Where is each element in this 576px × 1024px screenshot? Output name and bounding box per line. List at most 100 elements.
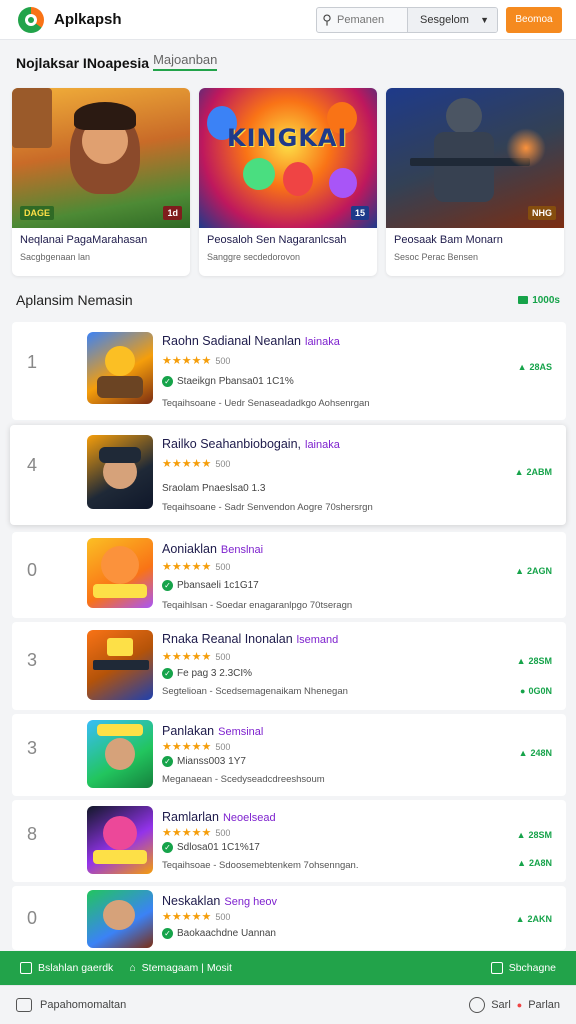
download-icon: ▲: [518, 748, 528, 758]
app-title: Panlakan Semsinal: [162, 724, 264, 738]
verified-icon: ✓: [162, 376, 173, 387]
list-item[interactable]: 4 Railko Seahanbiobogain, lainaka ★★★★★ 50…: [10, 425, 566, 525]
app-title: Raohn Sadianal Neanlan lainaka: [162, 334, 340, 348]
app-title: Rnaka Reanal Inonalan lsemand: [162, 632, 339, 646]
list-item[interactable]: 3 Panlakan Semsinal ★★★★★ 500 ✓ Mianss003 1…: [12, 714, 566, 796]
secondary-download-button[interactable]: ▲ 2A8N: [517, 858, 552, 868]
app-meta: Sraolam Pnaeslsa0 1.3: [162, 483, 266, 494]
category-select-label: Sesgelom: [420, 13, 469, 26]
rating-stars: ★★★★★ 500: [162, 355, 231, 367]
download-button[interactable]: ▲ 248N: [519, 748, 552, 758]
square-icon: [20, 962, 32, 974]
rank-number: 3: [27, 738, 38, 758]
verified-icon: ✓: [162, 580, 173, 591]
app-title: Railko Seahanbiobogain, lainaka: [162, 437, 340, 451]
alert-badge-icon: ●: [516, 1000, 523, 1010]
verified-icon: ✓: [162, 928, 173, 939]
app-title: Aoniaklan Benslnai: [162, 542, 264, 556]
app-thumbnail: [87, 890, 153, 948]
rating-stars: ★★★★★ 500: [162, 911, 231, 923]
app-meta: ✓ Fe pag 3 2.3CI%: [162, 668, 252, 679]
action-button[interactable]: Beomoa: [506, 6, 562, 33]
featured-art-title: KINGKAI: [227, 124, 348, 152]
search-input[interactable]: [337, 7, 407, 32]
featured-title: Peosaak Bam Monarn: [394, 234, 503, 246]
app-title: Aplkapsh: [54, 11, 122, 28]
app-title: Ramlarlan Neoelsead: [162, 810, 276, 824]
download-icon: ▲: [515, 914, 525, 924]
download-icon: ●: [520, 686, 526, 696]
app-logo-icon[interactable]: [18, 6, 44, 33]
app-description: Teqaihlsan - Soedar enagaranlpgo 70tsera…: [162, 600, 353, 611]
download-icon: ▲: [516, 656, 526, 666]
app-thumbnail: [87, 435, 153, 509]
rating-stars: ★★★★★ 500: [162, 561, 231, 573]
download-button[interactable]: ▲ 28AS: [518, 362, 552, 372]
download-icon: ▲: [515, 566, 524, 576]
featured-carousel: DAGE 1d Neqlanai PagaMarahasan Sacgbgena…: [12, 88, 564, 276]
grid-icon: [518, 296, 529, 304]
download-icon: ▲: [517, 858, 526, 868]
featured-image: DAGE 1d: [12, 88, 190, 228]
list-item[interactable]: 3 Rnaka Reanal Inonalan lsemand ★★★★★ 500 …: [12, 622, 566, 710]
verified-icon: ✓: [162, 842, 173, 853]
rating-stars: ★★★★★ 500: [162, 458, 231, 470]
featured-badge-right: 15: [350, 206, 369, 220]
app-thumbnail: [87, 538, 153, 608]
featured-image: NHG: [386, 88, 564, 228]
secondary-download-button[interactable]: ● 0G0N: [520, 686, 552, 696]
app-description: Meganaean - Scedyseadcdreeshsoum: [162, 774, 325, 785]
rating-stars: ★★★★★ 500: [162, 651, 231, 663]
list-item[interactable]: 8 Ramlarlan Neoelsead ★★★★★ 500 ✓ Sdlosa01 …: [12, 800, 566, 882]
featured-subtitle: Sesoc Perac Bensen: [394, 252, 479, 262]
footer-left-label[interactable]: Papahomomaltan: [40, 999, 126, 1011]
tab-sub[interactable]: Majoanban: [153, 52, 218, 71]
featured-badge-right: NHG: [528, 206, 556, 220]
featured-card[interactable]: DAGE 1d Neqlanai PagaMarahasan Sacgbgena…: [12, 88, 190, 276]
category-select[interactable]: Sesgelom ▼: [407, 7, 497, 32]
download-button[interactable]: ▲ 2AKN: [516, 914, 552, 924]
featured-card[interactable]: NHG Peosaak Bam Monarn Sesoc Perac Bense…: [386, 88, 564, 276]
section-link[interactable]: 1000s: [518, 295, 560, 306]
rank-number: 1: [27, 352, 38, 372]
action-bar-right[interactable]: Sbchagne: [490, 962, 556, 974]
app-description: Teqaihsoane - Sadr Senvendon Aogre 70she…: [162, 502, 373, 513]
action-bar-middle[interactable]: ⌂ Stemagaam | Mosit: [129, 962, 232, 974]
chat-icon[interactable]: [16, 998, 32, 1012]
rating-stars: ★★★★★ 500: [162, 827, 231, 839]
search-icon[interactable]: ⚲: [317, 8, 337, 32]
rank-number: 0: [27, 560, 38, 580]
list-item[interactable]: 0 Neskaklan Seng heov ★★★★★ 500 ✓ Baokaachd…: [12, 886, 566, 950]
section-header: Aplansim Nemasin 1000s: [16, 292, 560, 308]
top-bar: Aplkapsh ⚲ Sesgelom ▼ Beomoa: [0, 0, 576, 40]
app-description: Segtelioan - Scedsemagenaikam Nhenegan: [162, 686, 348, 697]
verified-icon: ✓: [162, 668, 173, 679]
app-meta: ✓ Staeikgn Pbansa01 1C1%: [162, 376, 294, 387]
rating-stars: ★★★★★ 500: [162, 741, 231, 753]
list-item[interactable]: 1 Raohn Sadianal Neanlan lainaka ★★★★★ 500…: [12, 322, 566, 420]
rank-number: 3: [27, 650, 38, 670]
download-button[interactable]: ▲ 28SM: [517, 830, 552, 840]
download-button[interactable]: ▲ 28SM: [517, 656, 552, 666]
footer-right[interactable]: Sarl ● Parlan: [469, 997, 560, 1013]
bottom-action-bar: Bslahlan gaerdk ⌂ Stemagaam | Mosit Sbch…: [0, 951, 576, 985]
action-bar-left[interactable]: Bslahlan gaerdk: [20, 962, 113, 974]
app-title: Neskaklan Seng heov: [162, 894, 277, 908]
tab-main[interactable]: Nojlaksar INoapesia: [16, 55, 149, 71]
download-button[interactable]: ▲ 2ABM: [515, 467, 552, 477]
verified-icon: ✓: [162, 756, 173, 767]
download-icon: ▲: [514, 467, 524, 477]
app-meta: ✓ Pbansaeli 1c1G17: [162, 580, 259, 591]
footer: Papahomomaltan Sarl ● Parlan: [0, 985, 576, 1024]
featured-card[interactable]: KINGKAI 15 Peosaloh Sen Nagaranlcsah San…: [199, 88, 377, 276]
list-item[interactable]: 0 Aoniaklan Benslnai ★★★★★ 500 ✓ Pbansaeli …: [12, 532, 566, 618]
search-box: ⚲ Sesgelom ▼: [316, 6, 498, 33]
app-meta: ✓ Sdlosa01 1C1%17: [162, 842, 260, 853]
featured-badge-left: DAGE: [20, 206, 55, 220]
app-meta: ✓ Baokaachdne Uannan: [162, 928, 276, 939]
rank-number: 0: [27, 908, 38, 928]
download-button[interactable]: ▲ 2AGN: [515, 566, 552, 576]
app-description: Teqaihsoane - Uedr Senaseadadkgo Aohsenr…: [162, 398, 370, 409]
notification-icon: [469, 997, 486, 1013]
download-icon: ▲: [517, 362, 527, 372]
